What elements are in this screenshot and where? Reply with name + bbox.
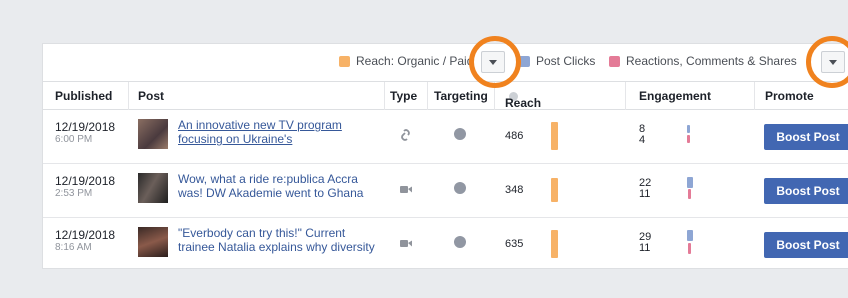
reactions-bar <box>688 243 691 254</box>
published-date: 12/19/2018 <box>55 228 116 242</box>
post-clicks-bar <box>687 177 693 188</box>
table-row: 12/19/2018 6:00 PM An innovative new TV … <box>43 110 848 164</box>
reactions-bar <box>688 189 691 199</box>
reach-legend-label: Reach: Organic / Paid <box>356 54 474 68</box>
column-divider <box>625 82 626 110</box>
insights-posts-panel: Reach: Organic / Paid Post Clicks Reacti… <box>42 43 848 269</box>
header-type[interactable]: Type <box>390 89 417 103</box>
table-row: 12/19/2018 2:53 PM Wow, what a ride re:p… <box>43 164 848 218</box>
column-divider <box>128 82 129 110</box>
engagement-values: 8 4 <box>639 124 645 146</box>
reactions-swatch <box>609 56 620 67</box>
globe-icon <box>454 236 466 248</box>
globe-icon <box>454 182 466 194</box>
reach-bar <box>551 230 558 258</box>
published-date: 12/19/2018 <box>55 174 116 188</box>
post-text-line2: was! DW Akademie went to Ghana <box>178 186 364 200</box>
reactions-legend-label: Reactions, Comments & Shares <box>626 54 797 68</box>
reach-bar <box>551 178 558 202</box>
video-icon <box>400 186 412 193</box>
reach-value: 486 <box>505 130 524 142</box>
header-reach[interactable]: Reach <box>505 89 541 110</box>
post-thumbnail[interactable] <box>138 227 168 257</box>
reach-value: 348 <box>505 184 524 196</box>
boost-post-button[interactable]: Boost Post <box>764 124 848 150</box>
video-icon <box>400 240 412 247</box>
reactions-bar <box>687 135 690 143</box>
link-icon <box>401 129 410 141</box>
header-reach-label: Reach <box>505 96 542 110</box>
published-time: 8:16 AM <box>55 242 92 253</box>
header-published[interactable]: Published <box>55 89 112 103</box>
post-link[interactable]: "Everbody can try this!" Current trainee… <box>178 226 393 254</box>
post-link[interactable]: Wow, what a ride re:publica Accra was! D… <box>178 172 393 200</box>
reach-bar <box>551 122 558 150</box>
post-text-line1: Wow, what a ride re:publica Accra <box>178 172 358 186</box>
post-clicks-bar <box>687 230 693 241</box>
post-text-line2: focusing on Ukraine's <box>178 132 293 146</box>
post-thumbnail[interactable] <box>138 173 168 203</box>
table-header: Published Post Type Targeting Reach Enga… <box>43 82 848 110</box>
boost-post-button[interactable]: Boost Post <box>764 232 848 258</box>
post-text-line1: "Everbody can try this!" Current <box>178 226 346 240</box>
reactions-value: 4 <box>639 134 646 146</box>
post-thumbnail[interactable] <box>138 119 168 149</box>
highlight-circle <box>469 36 521 88</box>
reach-swatch <box>339 56 350 67</box>
engagement-values: 29 11 <box>639 232 651 254</box>
legend-bar: Reach: Organic / Paid Post Clicks Reacti… <box>43 44 848 82</box>
reach-value: 635 <box>505 238 524 250</box>
column-divider <box>384 82 385 110</box>
globe-icon <box>454 128 466 140</box>
header-post: Post <box>138 89 165 103</box>
reactions-value: 11 <box>639 242 651 254</box>
reactions-value: 11 <box>639 188 651 200</box>
clicks-legend-label: Post Clicks <box>536 54 596 68</box>
published-time: 6:00 PM <box>55 134 93 145</box>
table-row: 12/19/2018 8:16 AM "Everbody can try thi… <box>43 218 848 272</box>
post-clicks-bar <box>687 125 690 133</box>
boost-post-button[interactable]: Boost Post <box>764 178 848 204</box>
header-engagement[interactable]: Engagement <box>639 89 711 103</box>
published-date: 12/19/2018 <box>55 120 116 134</box>
header-targeting[interactable]: Targeting <box>434 89 488 103</box>
column-divider <box>427 82 428 110</box>
post-text-line2: trainee Natalia explains why diversity <box>178 240 375 254</box>
column-divider <box>754 82 755 110</box>
published-time: 2:53 PM <box>55 188 93 199</box>
post-text-line1: An innovative new TV program <box>178 118 342 132</box>
post-link[interactable]: An innovative new TV program focusing on… <box>178 118 393 146</box>
header-promote: Promote <box>765 89 814 103</box>
engagement-values: 22 11 <box>639 178 651 200</box>
